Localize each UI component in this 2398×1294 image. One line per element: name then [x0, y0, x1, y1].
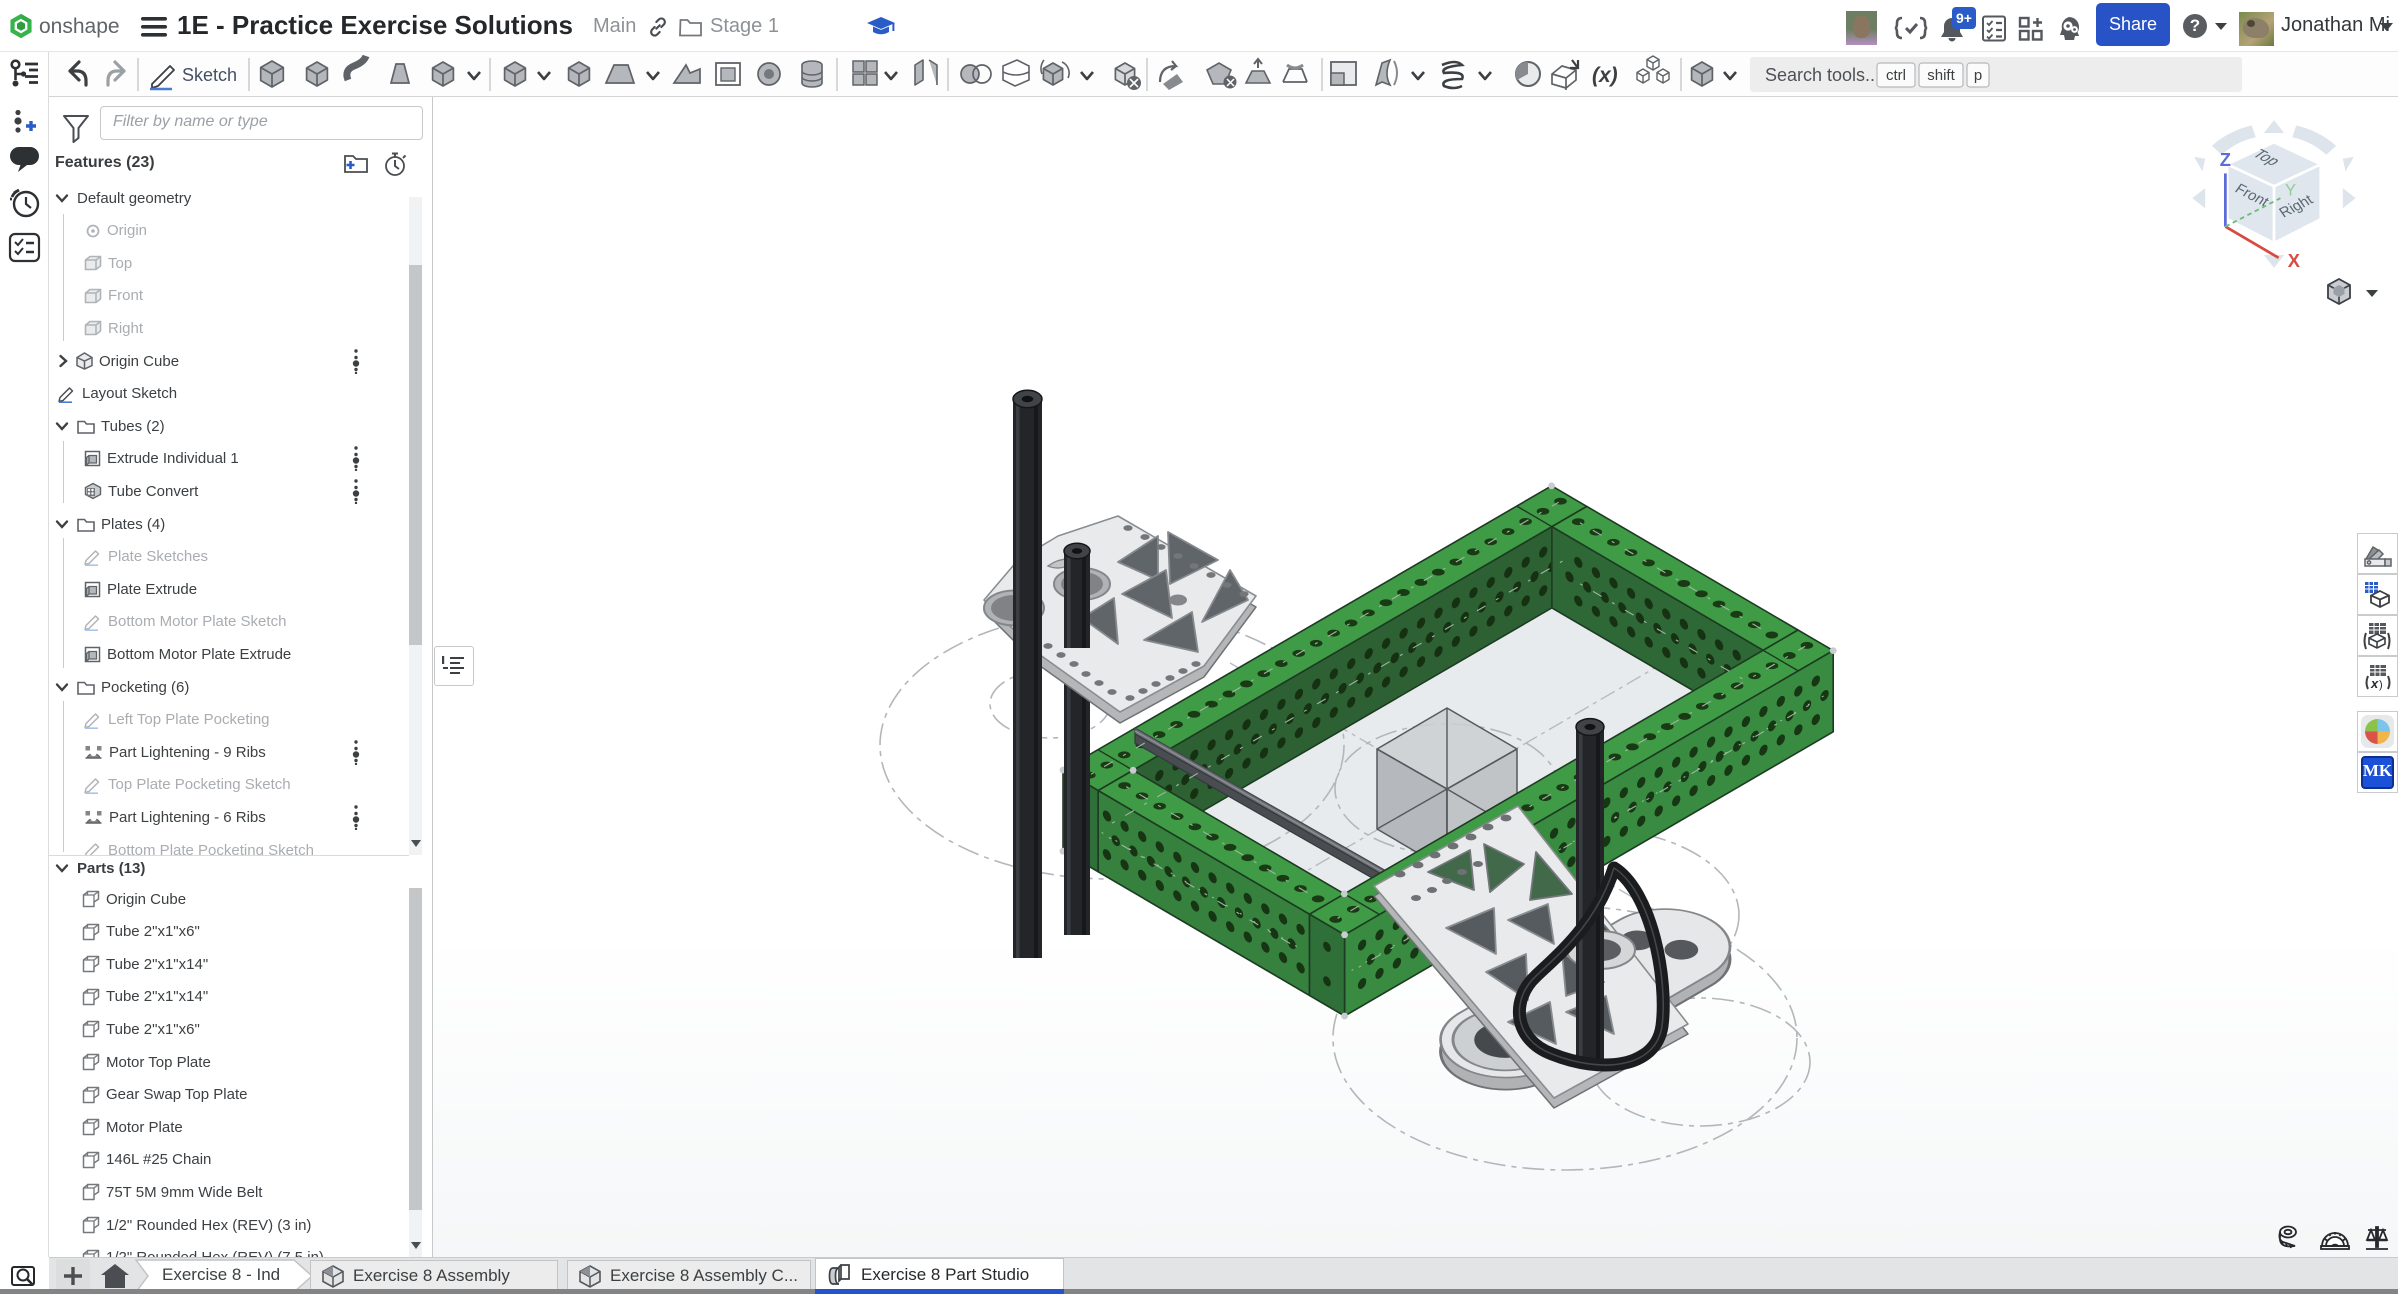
svg-text:Z: Z	[2220, 149, 2231, 170]
svg-text:Sketch: Sketch	[182, 65, 237, 85]
svg-text:): )	[2379, 679, 2383, 691]
svg-text:Search tools...: Search tools...	[1765, 65, 1880, 85]
svg-text:ctrl: ctrl	[1886, 67, 1906, 84]
svg-text:x: x	[2370, 676, 2379, 691]
svg-text:X: X	[2288, 250, 2301, 271]
svg-text:p: p	[1974, 67, 1982, 84]
svg-text:Y: Y	[2285, 181, 2296, 199]
svg-text:(x): (x)	[1592, 64, 1618, 87]
svg-text:shift: shift	[1927, 67, 1955, 84]
